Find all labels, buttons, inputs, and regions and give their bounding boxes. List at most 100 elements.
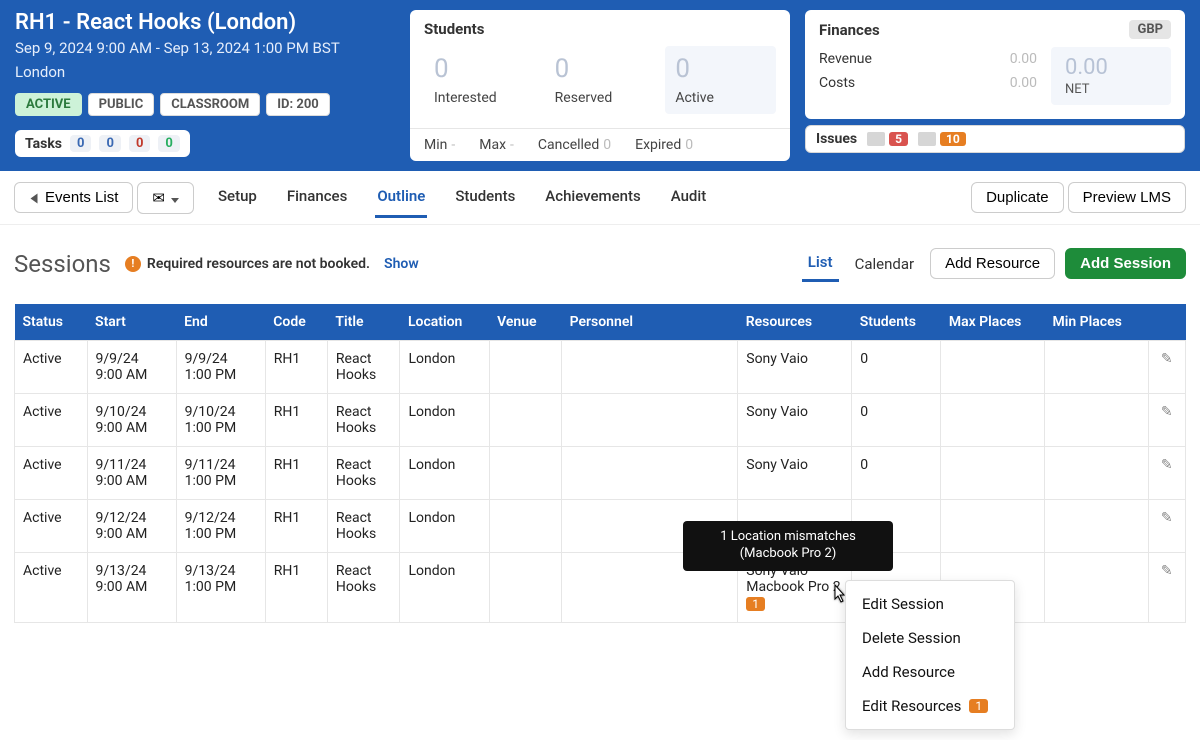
table-cell xyxy=(1044,500,1148,553)
table-cell xyxy=(562,394,738,447)
pencil-icon[interactable]: ✎ xyxy=(1161,510,1173,526)
stat-interested-label: Interested xyxy=(434,90,525,106)
col-header[interactable]: Personnel xyxy=(562,304,738,341)
cancelled-label: Cancelled xyxy=(538,137,599,153)
table-row[interactable]: Active9/11/24 9:00 AM9/11/24 1:00 PMRH1R… xyxy=(15,447,1186,500)
col-header[interactable]: End xyxy=(176,304,265,341)
costs-val: 0.00 xyxy=(1010,75,1037,91)
table-cell xyxy=(941,341,1045,394)
add-resource-button[interactable]: Add Resource xyxy=(930,248,1055,279)
tab-achievements[interactable]: Achievements xyxy=(543,177,642,218)
preview-lms-button[interactable]: Preview LMS xyxy=(1068,182,1186,213)
table-cell: London xyxy=(400,500,489,553)
table-row[interactable]: Active9/10/24 9:00 AM9/10/24 1:00 PMRH1R… xyxy=(15,394,1186,447)
menu-delete-session[interactable]: Delete Session xyxy=(846,621,1014,655)
col-header[interactable]: Title xyxy=(327,304,400,341)
row-actions[interactable]: ✎ xyxy=(1148,341,1185,394)
stat-interested-num: 0 xyxy=(434,54,525,84)
table-row[interactable]: Active9/12/24 9:00 AM9/12/24 1:00 PMRH1R… xyxy=(15,500,1186,553)
add-session-button[interactable]: Add Session xyxy=(1065,248,1186,279)
table-cell: 0 xyxy=(852,447,941,500)
pencil-icon[interactable]: ✎ xyxy=(1161,351,1173,367)
expired-label: Expired xyxy=(635,137,681,153)
min-label: Min xyxy=(424,137,447,153)
row-actions[interactable]: ✎ xyxy=(1148,500,1185,553)
view-tab-list[interactable]: List xyxy=(802,245,839,282)
tab-students[interactable]: Students xyxy=(453,177,517,218)
tab-audit[interactable]: Audit xyxy=(669,177,708,218)
table-cell: 9/12/24 1:00 PM xyxy=(176,500,265,553)
table-cell: RH1 xyxy=(265,447,327,500)
stat-reserved[interactable]: 0 Reserved xyxy=(545,46,656,114)
revenue-label: Revenue xyxy=(819,51,872,67)
table-cell: React Hooks xyxy=(327,447,400,500)
tab-finances[interactable]: Finances xyxy=(285,177,349,218)
menu-edit-session[interactable]: Edit Session xyxy=(846,587,1014,621)
table-cell: Active xyxy=(15,500,88,553)
table-cell xyxy=(489,447,562,500)
menu-edit-resources-badge: 1 xyxy=(969,699,988,713)
col-header[interactable]: Status xyxy=(15,304,88,341)
tasks-pill[interactable]: Tasks 0 0 0 0 xyxy=(15,130,190,157)
stat-active-label: Active xyxy=(675,90,766,106)
pencil-icon[interactable]: ✎ xyxy=(1161,563,1173,579)
view-tab-calendar[interactable]: Calendar xyxy=(849,247,921,281)
table-cell: RH1 xyxy=(265,553,327,623)
status-id-tag: ID: 200 xyxy=(266,93,330,116)
row-actions[interactable]: ✎ xyxy=(1148,553,1185,623)
stat-reserved-label: Reserved xyxy=(555,90,646,106)
costs-label: Costs xyxy=(819,75,855,91)
table-cell xyxy=(1044,553,1148,623)
students-card: Students 0 Interested 0 Reserved 0 Activ… xyxy=(410,10,790,161)
tasks-count-red: 0 xyxy=(129,135,150,152)
table-cell: Active xyxy=(15,341,88,394)
table-cell: RH1 xyxy=(265,394,327,447)
sessions-area: Sessions ! Required resources are not bo… xyxy=(0,225,1200,633)
pencil-icon[interactable]: ✎ xyxy=(1161,404,1173,420)
show-link[interactable]: Show xyxy=(384,256,419,272)
col-header[interactable]: Code xyxy=(265,304,327,341)
resource-warning-badge[interactable]: 1 xyxy=(746,597,765,611)
duplicate-button[interactable]: Duplicate xyxy=(971,182,1064,213)
max-label: Max xyxy=(479,137,506,153)
menu-edit-resources[interactable]: Edit Resources 1 xyxy=(846,689,1014,723)
expired-val: 0 xyxy=(685,137,693,153)
net-label: NET xyxy=(1065,82,1157,97)
table-row[interactable]: Active9/9/24 9:00 AM9/9/24 1:00 PMRH1Rea… xyxy=(15,341,1186,394)
issue-orange-count: 10 xyxy=(940,132,966,146)
course-dates: Sep 9, 2024 9:00 AM - Sep 13, 2024 1:00 … xyxy=(15,39,395,57)
students-card-title: Students xyxy=(424,20,484,38)
pencil-icon[interactable]: ✎ xyxy=(1161,457,1173,473)
col-header[interactable]: Min Places xyxy=(1044,304,1148,341)
back-events-list-button[interactable]: Events List xyxy=(14,182,133,213)
max-val: - xyxy=(510,137,514,153)
row-actions[interactable]: ✎ xyxy=(1148,394,1185,447)
table-cell xyxy=(1044,394,1148,447)
issues-label: Issues xyxy=(816,131,857,147)
col-header[interactable]: Venue xyxy=(489,304,562,341)
session-context-menu: Edit Session Delete Session Add Resource… xyxy=(845,580,1015,730)
col-header[interactable]: Max Places xyxy=(941,304,1045,341)
stat-interested[interactable]: 0 Interested xyxy=(424,46,535,114)
col-header[interactable]: Location xyxy=(400,304,489,341)
stat-active-num: 0 xyxy=(675,54,766,84)
table-cell: 0 xyxy=(852,341,941,394)
net-num: 0.00 xyxy=(1065,55,1157,80)
col-header[interactable]: Students xyxy=(852,304,941,341)
col-header[interactable]: Resources xyxy=(738,304,852,341)
tab-setup[interactable]: Setup xyxy=(216,177,259,218)
table-cell: Active xyxy=(15,394,88,447)
table-cell: React Hooks xyxy=(327,500,400,553)
stat-active[interactable]: 0 Active xyxy=(665,46,776,114)
menu-add-resource[interactable]: Add Resource xyxy=(846,655,1014,689)
mail-dropdown-button[interactable]: ✉ xyxy=(137,182,194,214)
finances-card-title: Finances xyxy=(819,21,880,39)
row-actions[interactable]: ✎ xyxy=(1148,447,1185,500)
tabs: Setup Finances Outline Students Achievem… xyxy=(216,177,967,218)
chevron-left-icon xyxy=(31,194,38,204)
net-box: 0.00 NET xyxy=(1051,47,1171,105)
issues-bar[interactable]: Issues 5 10 xyxy=(805,125,1185,153)
tab-outline[interactable]: Outline xyxy=(375,177,427,218)
course-summary: RH1 - React Hooks (London) Sep 9, 2024 9… xyxy=(15,10,395,157)
col-header[interactable]: Start xyxy=(87,304,176,341)
